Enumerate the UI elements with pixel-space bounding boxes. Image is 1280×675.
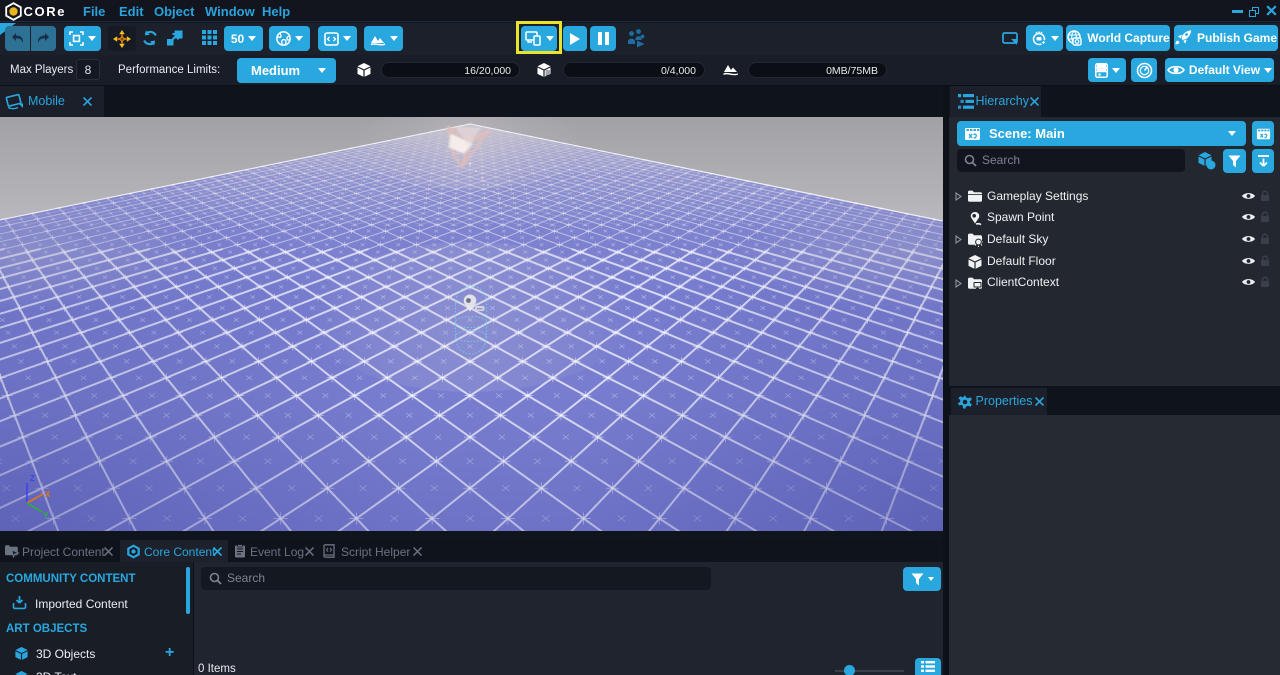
svg-text:X: X bbox=[45, 490, 51, 499]
svg-text:Z: Z bbox=[30, 474, 35, 483]
svg-text:Y: Y bbox=[43, 511, 49, 520]
